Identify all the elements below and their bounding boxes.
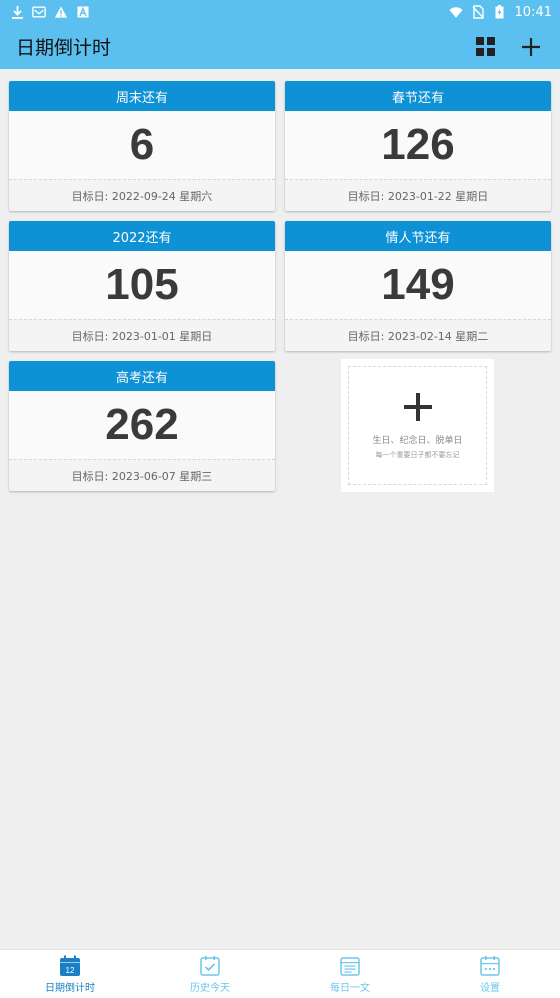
card-target-date: 目标日: 2023-06-07 星期三 [9, 459, 275, 491]
card-target-date: 目标日: 2023-01-01 星期日 [9, 319, 275, 351]
add-card-inner: 生日、纪念日、脱单日 每一个重要日子都不要忘记 [348, 366, 487, 485]
bottom-nav: 12 日期倒计时 历史今天 每日一文 设置 [0, 949, 560, 998]
add-card-subhint: 每一个重要日子都不要忘记 [375, 451, 460, 459]
card-days: 262 [105, 400, 179, 449]
no-sim-icon [471, 5, 485, 19]
add-icon[interactable] [520, 36, 542, 58]
battery-icon [493, 5, 507, 19]
status-time: 10:41 [514, 4, 552, 20]
countdown-card[interactable]: 情人节还有 149 目标日: 2023-02-14 星期二 [285, 221, 551, 351]
calendar-dots-icon [480, 955, 500, 976]
app-bar: 日期倒计时 [0, 24, 560, 69]
countdown-card[interactable]: 高考还有 262 目标日: 2023-06-07 星期三 [9, 361, 275, 491]
card-days: 126 [381, 120, 455, 169]
card-days: 105 [105, 260, 179, 309]
card-title: 春节还有 [285, 81, 551, 111]
card-title: 情人节还有 [285, 221, 551, 251]
warning-icon [54, 5, 68, 19]
grid-view-icon[interactable] [474, 36, 496, 58]
calendar-12-icon: 12 [60, 955, 80, 976]
page-title: 日期倒计时 [16, 37, 112, 59]
nav-label: 日期倒计时 [45, 982, 95, 994]
nav-label: 每日一文 [330, 982, 370, 994]
nav-label: 历史今天 [190, 982, 230, 994]
card-title: 高考还有 [9, 361, 275, 391]
add-countdown-card[interactable]: 生日、纪念日、脱单日 每一个重要日子都不要忘记 [341, 359, 494, 492]
mail-icon [32, 5, 46, 19]
card-days: 6 [129, 120, 155, 169]
nav-label: 设置 [480, 982, 500, 994]
card-target-date: 目标日: 2022-09-24 星期六 [9, 179, 275, 211]
nav-item-daily-article[interactable]: 每日一文 [280, 950, 420, 998]
download-icon [10, 5, 24, 19]
wifi-icon [448, 5, 463, 19]
svg-text:12: 12 [66, 966, 75, 975]
plus-icon [403, 393, 432, 421]
nav-item-settings[interactable]: 设置 [420, 950, 560, 998]
a-icon [76, 5, 90, 19]
countdown-card[interactable]: 周末还有 6 目标日: 2022-09-24 星期六 [9, 81, 275, 211]
app-bar-actions [474, 36, 542, 58]
card-target-date: 目标日: 2023-01-22 星期日 [285, 179, 551, 211]
card-target-date: 目标日: 2023-02-14 星期二 [285, 319, 551, 351]
card-days: 149 [381, 260, 455, 309]
calendar-check-icon [200, 955, 220, 976]
countdown-card[interactable]: 春节还有 126 目标日: 2023-01-22 星期日 [285, 81, 551, 211]
document-icon [340, 956, 360, 976]
countdown-card[interactable]: 2022还有 105 目标日: 2023-01-01 星期日 [9, 221, 275, 351]
nav-item-countdown[interactable]: 12 日期倒计时 [0, 950, 140, 998]
countdown-grid: 周末还有 6 目标日: 2022-09-24 星期六 春节还有 126 目标日:… [0, 69, 560, 509]
status-left [10, 5, 90, 19]
nav-item-history-today[interactable]: 历史今天 [140, 950, 280, 998]
status-bar: 10:41 [0, 0, 560, 24]
card-title: 2022还有 [9, 221, 275, 251]
status-right: 10:41 [448, 4, 552, 20]
add-card-hint: 生日、纪念日、脱单日 [372, 436, 463, 446]
card-title: 周末还有 [9, 81, 275, 111]
